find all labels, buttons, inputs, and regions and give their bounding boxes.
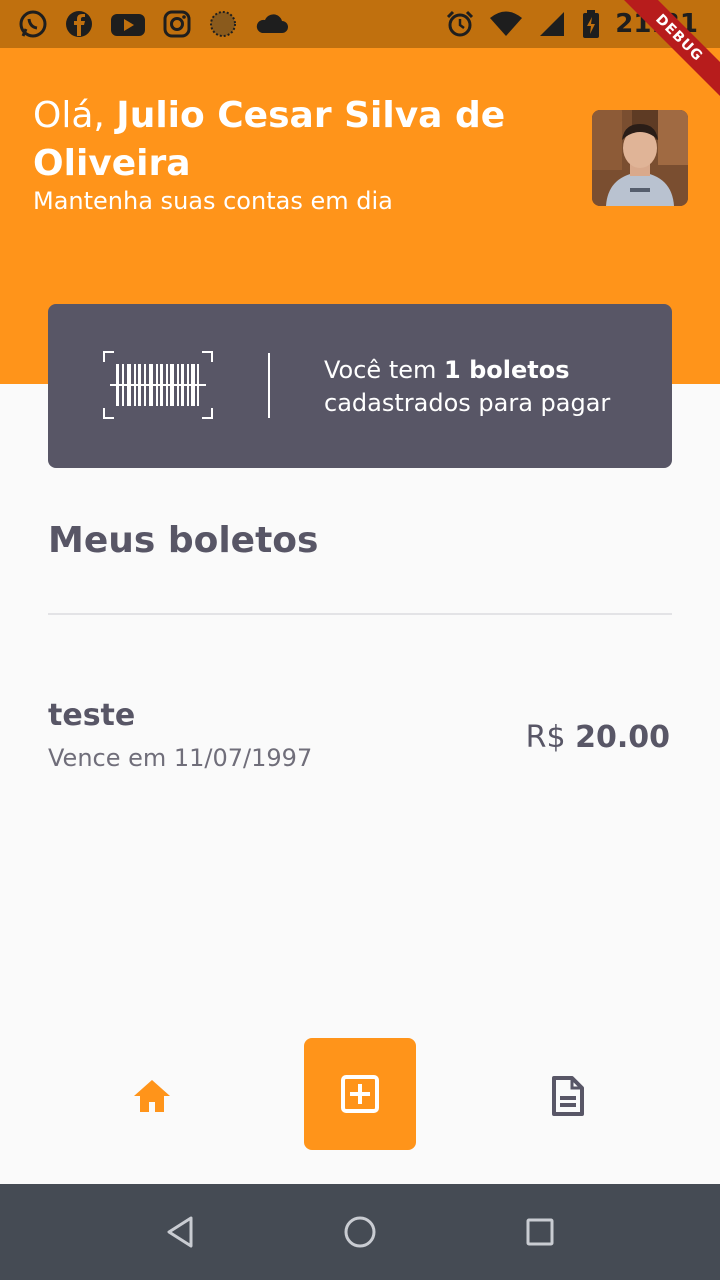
instagram-icon bbox=[162, 9, 192, 39]
add-boleto-icon bbox=[341, 1075, 379, 1113]
boletos-count-text: Você tem 1 boletos cadastrados para paga… bbox=[324, 356, 611, 417]
boleto-value: R$ 20.00 bbox=[525, 720, 670, 755]
barcode-icon bbox=[102, 350, 214, 420]
battery-icon bbox=[581, 9, 601, 39]
home-icon bbox=[134, 1080, 170, 1112]
sun-icon bbox=[208, 9, 238, 39]
card-divider bbox=[268, 353, 270, 418]
greeting: Olá, Julio Cesar Silva de Oliveira bbox=[33, 92, 553, 188]
alarm-icon bbox=[445, 9, 475, 39]
back-button[interactable] bbox=[160, 1212, 200, 1252]
recents-button[interactable] bbox=[520, 1212, 560, 1252]
boleto-list-item[interactable]: teste Vence em 11/07/1997 R$ 20.00 bbox=[48, 690, 672, 790]
wifi-icon bbox=[489, 9, 523, 39]
square-recents-icon bbox=[526, 1218, 554, 1246]
boleto-due-date: Vence em 11/07/1997 bbox=[48, 744, 313, 772]
system-status: 21:31 bbox=[445, 0, 698, 48]
system-nav-bar bbox=[0, 1184, 720, 1280]
facebook-icon bbox=[64, 9, 94, 39]
boletos-count: 1 boletos bbox=[444, 356, 570, 384]
cloud-icon bbox=[254, 9, 288, 39]
documents-button[interactable] bbox=[544, 1072, 592, 1120]
greeting-prefix: Olá, bbox=[33, 95, 117, 136]
bottom-nav bbox=[0, 1020, 720, 1184]
notification-icons bbox=[18, 9, 288, 39]
boleto-name: teste bbox=[48, 698, 136, 733]
whatsapp-icon bbox=[18, 9, 48, 39]
section-divider bbox=[48, 613, 672, 615]
clock-time: 21:31 bbox=[615, 9, 698, 39]
home-system-button[interactable] bbox=[340, 1212, 380, 1252]
documents-icon bbox=[552, 1076, 584, 1116]
youtube-icon bbox=[110, 9, 146, 39]
back-icon bbox=[167, 1216, 193, 1248]
section-title: Meus boletos bbox=[48, 520, 319, 561]
avatar[interactable] bbox=[592, 110, 688, 206]
user-photo-icon bbox=[592, 110, 688, 206]
add-boleto-button[interactable] bbox=[304, 1038, 416, 1150]
signal-icon bbox=[537, 9, 567, 39]
home-button[interactable] bbox=[128, 1072, 176, 1120]
status-bar: 21:31 bbox=[0, 0, 720, 48]
header-subtitle: Mantenha suas contas em dia bbox=[33, 187, 393, 215]
circle-home-icon bbox=[344, 1216, 376, 1248]
